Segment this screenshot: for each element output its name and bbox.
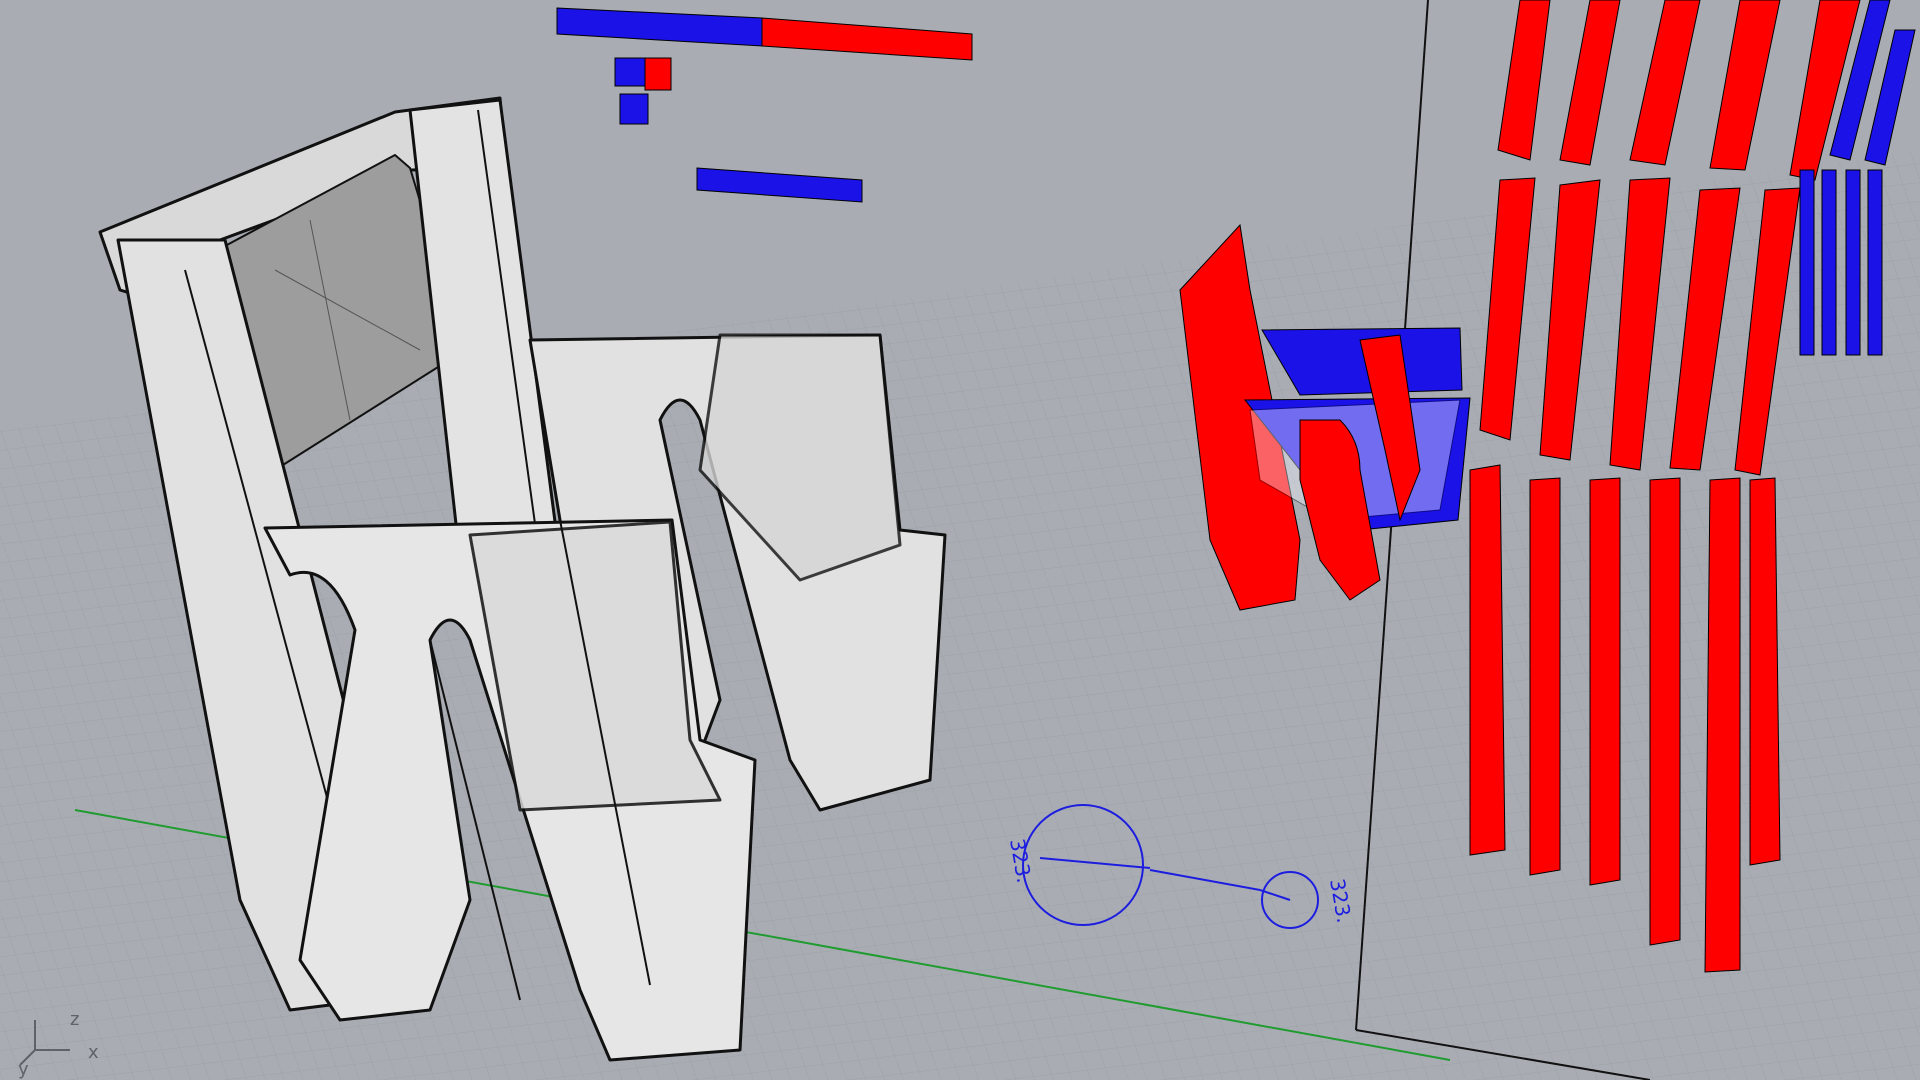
axis-label-z: z: [70, 1009, 79, 1030]
perspective-viewport[interactable]: 323. 323. z y x: [0, 0, 1920, 1080]
selected-flat-parts[interactable]: [556, 7, 973, 203]
axis-label-y: y: [18, 1059, 29, 1080]
axis-label-x: x: [88, 1042, 99, 1063]
